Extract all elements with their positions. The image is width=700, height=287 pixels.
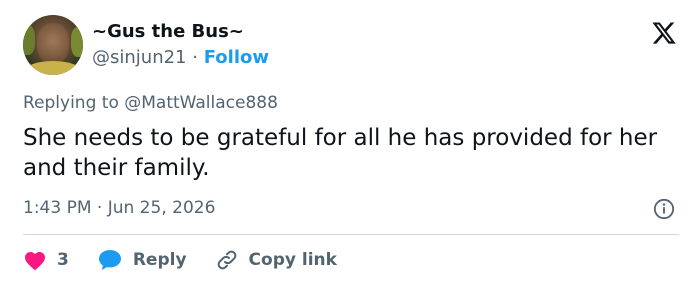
divider (23, 234, 679, 235)
tweet-card: ~Gus the Bus~ @sinjun21 · Follow Replyin… (0, 0, 700, 287)
timestamp-separator: · (96, 198, 103, 218)
heart-icon (25, 252, 45, 271)
tweet-header: ~Gus the Bus~ @sinjun21 · Follow (23, 15, 269, 75)
chat-bubble-icon (98, 250, 121, 270)
tweet-text: She needs to be grateful for all he has … (23, 125, 658, 181)
copy-link-label: Copy link (248, 250, 337, 270)
avatar-background-left (23, 25, 35, 55)
x-logo-icon[interactable] (651, 20, 677, 46)
tweet-time: 1:43 PM (23, 198, 92, 218)
copy-link-button[interactable]: Copy link (215, 248, 337, 272)
reply-button[interactable]: Reply (97, 248, 187, 272)
handle-row: @sinjun21 · Follow (92, 46, 269, 70)
user-handle[interactable]: @sinjun21 (92, 47, 187, 68)
action-bar: 3 Reply Copy link (23, 246, 365, 274)
handle-separator: · (192, 47, 198, 68)
like-button[interactable]: 3 (23, 249, 69, 271)
replying-prefix: Replying to (23, 93, 119, 113)
avatar[interactable] (23, 15, 83, 75)
display-name[interactable]: ~Gus the Bus~ (92, 20, 269, 44)
avatar-shirt (25, 61, 81, 75)
info-icon[interactable] (653, 198, 675, 220)
replying-to: Replying to @MattWallace888 (23, 93, 278, 113)
like-count: 3 (57, 250, 69, 270)
follow-button[interactable]: Follow (204, 47, 269, 68)
author-block: ~Gus the Bus~ @sinjun21 · Follow (92, 20, 269, 70)
avatar-face (37, 23, 69, 63)
tweet-date: Jun 25, 2026 (107, 198, 216, 218)
reply-label: Reply (132, 250, 187, 270)
reply-mention-link[interactable]: @MattWallace888 (124, 93, 278, 113)
link-icon (217, 250, 236, 270)
tweet-timestamp[interactable]: 1:43 PM · Jun 25, 2026 (23, 198, 215, 218)
avatar-background-right (71, 27, 83, 57)
